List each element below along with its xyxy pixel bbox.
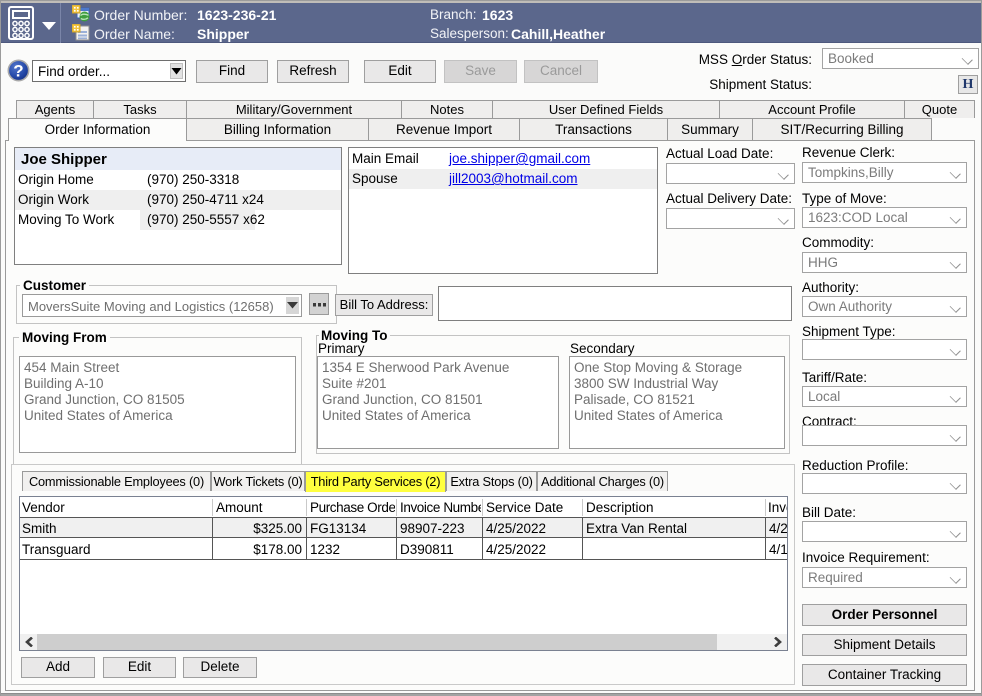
svg-text:?: ? <box>13 62 23 81</box>
